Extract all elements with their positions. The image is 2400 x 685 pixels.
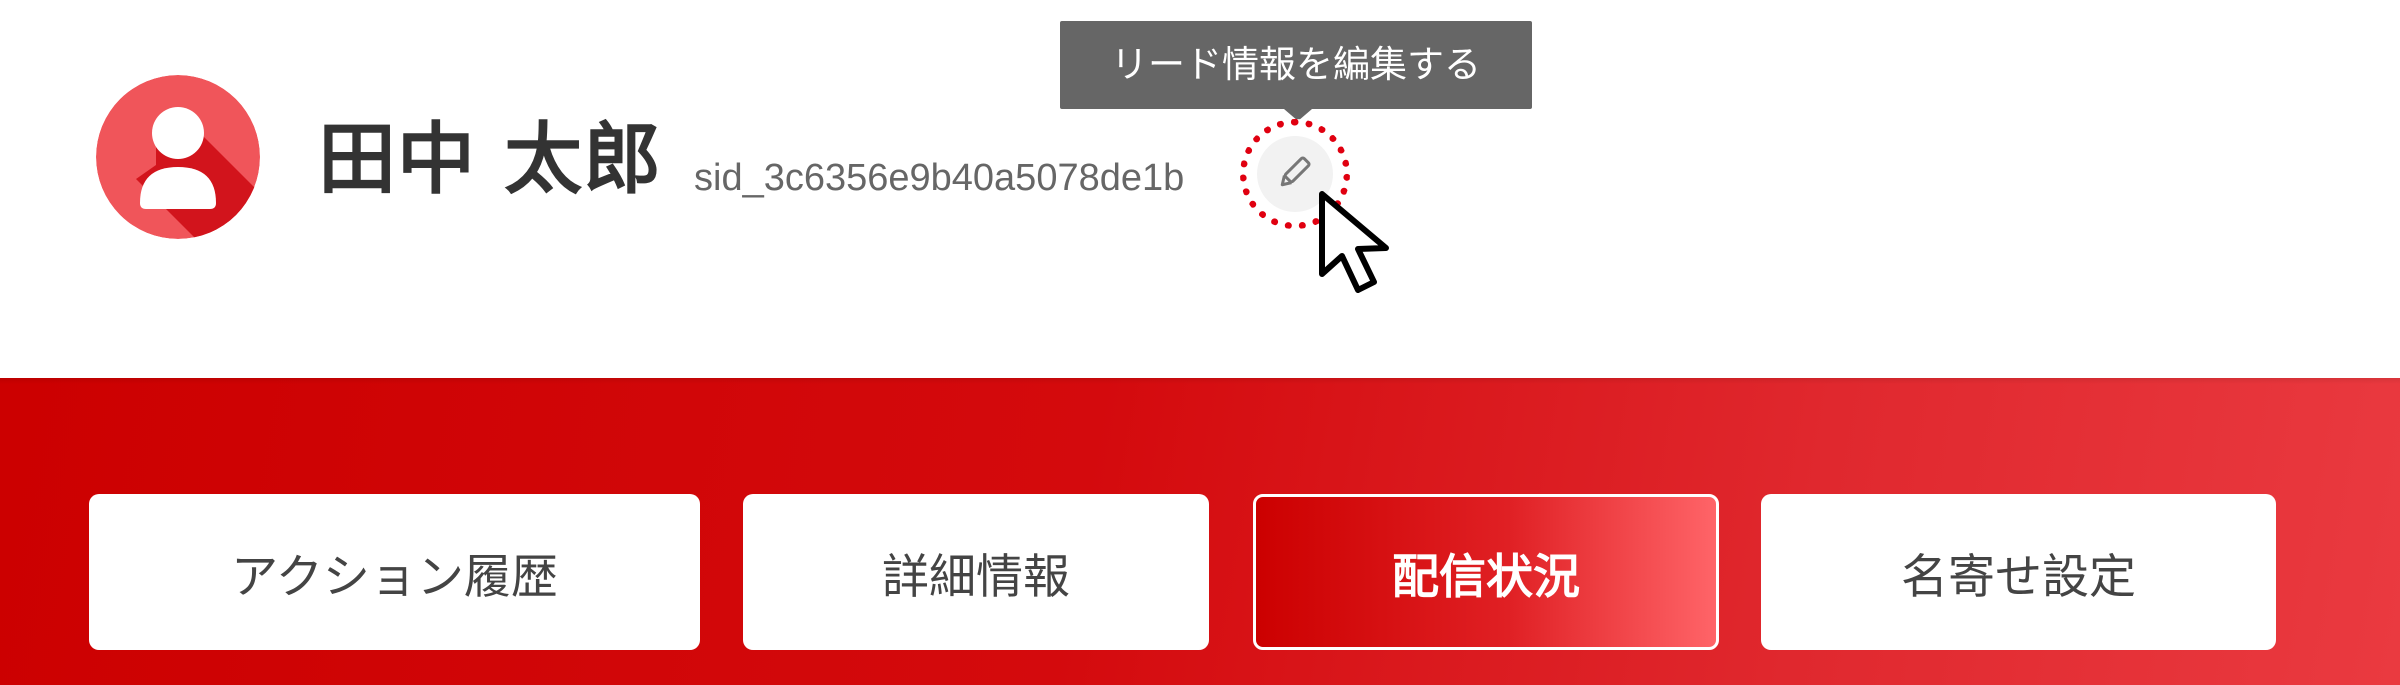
tab-details[interactable]: 詳細情報 [743,494,1209,650]
user-avatar-icon [96,75,260,239]
lead-detail-page: 田中 太郎 sid_3c6356e9b40a5078de1b リード情報を編集す… [0,0,2400,685]
tab-delivery-status[interactable]: 配信状況 [1253,494,1719,650]
pencil-icon [1275,152,1315,196]
edit-lead-button[interactable] [1240,119,1350,229]
tab-bar: アクション履歴 詳細情報 配信状況 名寄せ設定 [0,378,2400,685]
tab-name-matching-settings[interactable]: 名寄せ設定 [1761,494,2276,650]
edit-tooltip: リード情報を編集する [1060,21,1532,109]
edit-button-face[interactable] [1257,136,1333,212]
tab-action-history[interactable]: アクション履歴 [89,494,700,650]
user-name: 田中 太郎 [318,115,663,205]
session-id: sid_3c6356e9b40a5078de1b [694,157,1185,199]
